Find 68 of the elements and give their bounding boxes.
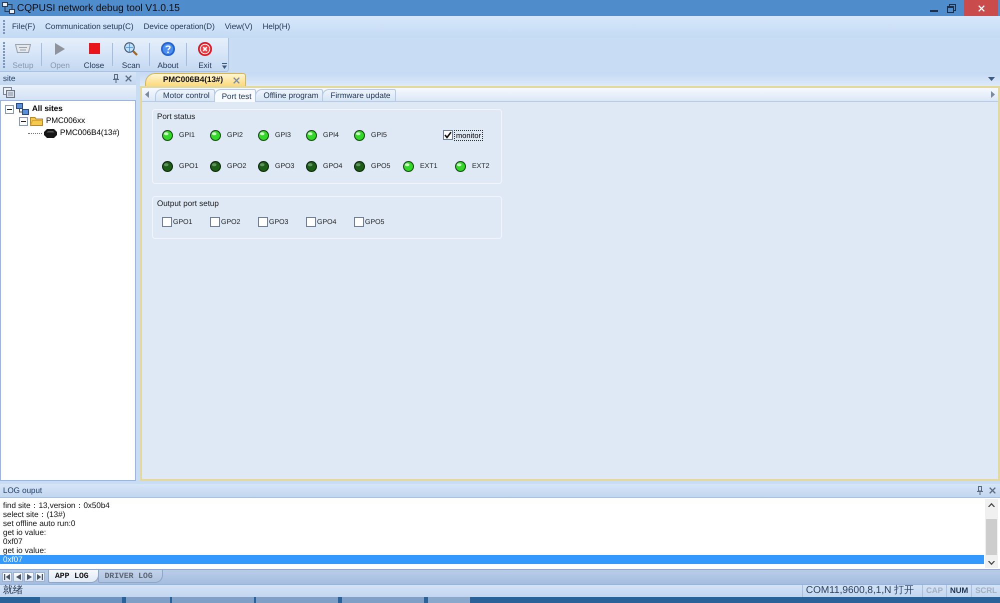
window-title: CQPUSI network debug tool V1.0.15 <box>17 2 180 14</box>
menu-item[interactable]: Communication setup(C) <box>45 21 134 33</box>
checkbox[interactable] <box>162 217 172 227</box>
x-circle-icon[interactable] <box>198 42 212 56</box>
document-tab[interactable]: PMC006B4(13#) <box>145 73 246 86</box>
tree-item[interactable]: All sites <box>32 104 63 114</box>
minimize-icon[interactable] <box>930 10 938 12</box>
toolbar-button[interactable]: Scan <box>114 38 148 71</box>
pin-icon[interactable] <box>113 74 119 83</box>
restore-icon[interactable] <box>947 4 956 12</box>
nav-button[interactable] <box>13 572 23 582</box>
tab[interactable]: APP LOG <box>48 570 99 583</box>
checkbox[interactable] <box>442 130 453 140</box>
checkbox[interactable] <box>354 217 364 227</box>
scroll-down-icon[interactable] <box>988 561 995 565</box>
group-title: Output port setup <box>157 198 220 209</box>
tab[interactable]: Offline program <box>255 89 324 101</box>
nav-button[interactable] <box>24 572 34 582</box>
tab[interactable]: Port test <box>214 89 256 102</box>
previous-icon[interactable] <box>16 574 20 580</box>
minus-box-icon[interactable] <box>5 104 14 114</box>
status-text: 就绪 <box>2 585 23 597</box>
menu-item[interactable]: Help(H) <box>262 21 290 33</box>
scroll-thumb[interactable] <box>986 519 997 555</box>
toolbar-button[interactable]: About <box>151 38 185 71</box>
toolbar-button[interactable]: Close <box>77 38 111 71</box>
log-line[interactable]: set offline auto run:0 <box>0 519 984 528</box>
log-line[interactable]: get io value: <box>0 528 984 537</box>
log-line[interactable]: find site：13,version：0x50b4 <box>0 501 984 510</box>
network-icon <box>16 103 29 115</box>
group-title: Port status <box>157 111 196 122</box>
scroll-up-icon[interactable] <box>988 503 995 507</box>
tab[interactable]: DRIVER LOG <box>98 570 163 583</box>
toolbar-button[interactable]: Exit <box>188 38 222 71</box>
folder-icon <box>30 116 43 126</box>
menu-item[interactable]: File(F) <box>12 21 36 33</box>
close-icon[interactable] <box>233 76 240 84</box>
documents-icon[interactable] <box>3 87 15 98</box>
log-line[interactable]: get io value: <box>0 546 984 555</box>
search-icon[interactable] <box>124 42 138 56</box>
checkbox[interactable] <box>210 217 220 227</box>
next-icon[interactable] <box>26 574 32 580</box>
menu-item[interactable]: Device operation(D) <box>144 21 215 33</box>
log-line[interactable]: 0xf07 <box>0 537 984 546</box>
dropdown-icon[interactable] <box>988 77 995 81</box>
app-icon <box>2 2 15 14</box>
menu-item[interactable]: View(V) <box>224 21 253 33</box>
tree-item[interactable]: PMC006xx <box>46 116 86 126</box>
stop-icon[interactable] <box>88 43 100 54</box>
scrollbar[interactable] <box>985 499 998 568</box>
scroll-left-icon[interactable] <box>145 91 149 98</box>
options-icon[interactable] <box>222 63 227 69</box>
pin-icon[interactable] <box>977 486 983 495</box>
tab[interactable]: Firmware update <box>322 89 396 101</box>
help-icon[interactable] <box>161 42 175 56</box>
checkbox[interactable] <box>258 217 268 227</box>
device-icon <box>44 128 57 138</box>
log-line[interactable]: select site：(13#) <box>0 510 984 519</box>
tab[interactable]: Motor control <box>155 89 215 101</box>
minus-box-icon[interactable] <box>19 116 28 126</box>
close-icon[interactable] <box>989 487 996 494</box>
checkbox[interactable] <box>306 217 316 227</box>
tree-item[interactable]: PMC006B4(13#) <box>60 128 120 138</box>
panel-title: site <box>3 74 16 84</box>
panel-title: LOG ouput <box>3 486 42 496</box>
scroll-right-icon[interactable] <box>991 91 995 98</box>
close-icon[interactable] <box>125 75 132 82</box>
window-close-button[interactable] <box>964 0 998 16</box>
